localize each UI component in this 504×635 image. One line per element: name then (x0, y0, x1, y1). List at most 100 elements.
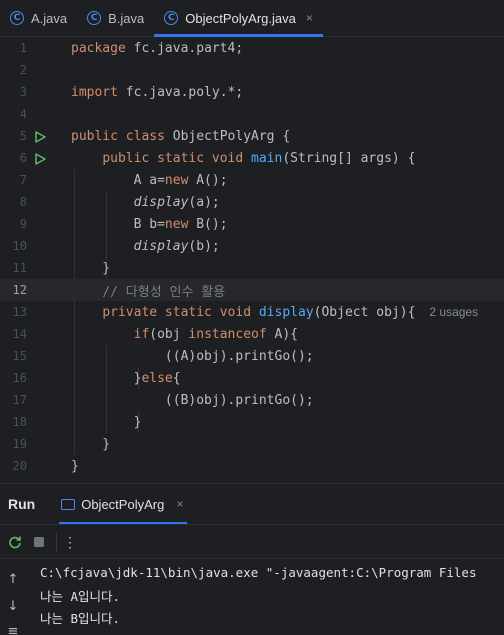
usages-hint[interactable]: 2 usages (429, 305, 478, 319)
code-text: display(b); (71, 239, 220, 254)
line-number: 11 (12, 261, 27, 275)
code-text: display(a); (71, 195, 220, 210)
code-line[interactable]: 15 ((A)obj).printGo(); (0, 345, 504, 367)
scroll-down-icon[interactable]: ↓ (6, 600, 20, 614)
run-window-icon (61, 498, 76, 510)
run-gutter-icon[interactable] (34, 130, 46, 143)
code-token: } (71, 436, 111, 452)
code-line[interactable]: 10 display(b); (0, 235, 504, 257)
line-number: 6 (19, 151, 27, 165)
tab-label: A.java (31, 10, 68, 26)
code-text: } (71, 414, 142, 430)
code-token: public class (71, 128, 165, 144)
code-line[interactable]: 20} (0, 455, 504, 477)
code-text: } (71, 437, 110, 452)
code-token: display (133, 238, 189, 254)
code-token: ObjectPolyArg { (164, 128, 291, 144)
tab-label: B.java (108, 10, 145, 26)
run-config-tab[interactable]: ObjectPolyArg × (59, 484, 188, 525)
code-token: (Object obj){ (313, 304, 416, 320)
code-text: ((A)obj).printGo(); (71, 349, 314, 364)
line-number: 1 (19, 41, 27, 55)
run-gutter-icon[interactable] (34, 152, 46, 165)
tab-objectpolyarg-java[interactable]: C ObjectPolyArg.java × (154, 0, 323, 37)
code-token: fc.java.part4; (125, 40, 244, 56)
line-number: 4 (19, 107, 27, 121)
more-options-icon[interactable]: ⋮ (63, 535, 77, 549)
code-token: else (141, 370, 173, 386)
code-token: } (71, 414, 142, 430)
stop-icon[interactable] (30, 533, 48, 551)
code-line[interactable]: 7 A a=new A(); (0, 169, 504, 191)
code-line[interactable]: 8 display(a); (0, 191, 504, 213)
code-text: A a=new A(); (71, 173, 228, 188)
run-tab-label: ObjectPolyArg (81, 496, 165, 512)
console-side-toolbar: ↑ ↓ ≡ (0, 559, 26, 635)
line-number: 10 (12, 239, 27, 253)
run-toolbar: ⋮ (0, 524, 504, 558)
code-line[interactable]: 19 } (0, 433, 504, 455)
code-text: package fc.java.part4; (71, 41, 243, 56)
scroll-up-icon[interactable]: ↑ (6, 573, 20, 587)
code-text: ((B)obj).printGo(); (71, 393, 314, 408)
code-line[interactable]: 1 package fc.java.part4; (0, 37, 504, 59)
line-number: 14 (12, 327, 27, 341)
code-line[interactable]: 17 ((B)obj).printGo(); (0, 389, 504, 411)
code-line[interactable]: 12 // 다형성 인수 활용 (0, 279, 504, 301)
code-token: new (164, 172, 189, 188)
code-line[interactable]: 13 private static void display(Object ob… (0, 301, 504, 323)
line-number: 17 (12, 393, 27, 407)
console-line: 나는 A입니다. (40, 589, 121, 604)
code-line[interactable]: 9 B b=new B(); (0, 213, 504, 235)
run-panel-header: Run ObjectPolyArg × (0, 483, 504, 525)
console-line: C:\fcjava\jdk-11\bin\java.exe "-javaagen… (40, 565, 477, 580)
code-token: } (71, 370, 142, 386)
code-line[interactable]: 18 } (0, 411, 504, 433)
code-text: import fc.java.poly.*; (71, 85, 243, 100)
java-class-icon: C (164, 11, 179, 25)
code-token: import (71, 84, 118, 100)
code-line[interactable]: 5 public class ObjectPolyArg { (0, 125, 504, 147)
code-editor[interactable]: 1 package fc.java.part4; 2 3 import fc.java.… (0, 37, 504, 483)
line-number: 5 (19, 129, 27, 143)
code-line[interactable]: 2 (0, 59, 504, 81)
code-line[interactable]: 14 if(obj instanceof A){ (0, 323, 504, 345)
code-token: B b= (71, 216, 165, 232)
code-token: instanceof (188, 326, 267, 342)
code-token: B(); (188, 216, 228, 232)
line-number: 3 (19, 85, 27, 99)
tab-a-java[interactable]: C A.java (0, 0, 77, 36)
code-line[interactable]: 4 (0, 103, 504, 125)
code-token: { (172, 370, 181, 386)
console-output[interactable]: ↑ ↓ ≡ C:\fcjava\jdk-11\bin\java.exe "-ja… (0, 558, 504, 635)
code-text: }else{ (71, 371, 181, 386)
code-token: } (71, 260, 111, 276)
code-text: public class ObjectPolyArg { (71, 129, 290, 144)
code-token: A){ (266, 326, 299, 342)
rerun-icon[interactable] (6, 533, 24, 551)
tab-b-java[interactable]: C B.java (77, 0, 154, 36)
code-text: } (71, 459, 79, 474)
code-token: (a); (188, 194, 220, 210)
java-class-icon: C (10, 11, 24, 25)
code-token: A a= (71, 172, 165, 188)
code-line[interactable]: 11 } (0, 257, 504, 279)
code-line[interactable]: 3 import fc.java.poly.*; (0, 81, 504, 103)
line-number: 13 (12, 305, 27, 319)
java-class-icon: C (87, 11, 102, 25)
close-run-tab-icon[interactable]: × (176, 497, 183, 511)
code-token: (obj (149, 326, 189, 342)
line-number: 19 (12, 437, 27, 451)
code-text: public static void main(String[] args) { (71, 151, 415, 166)
code-line[interactable]: 6 public static void main(String[] args)… (0, 147, 504, 169)
code-token: ((B)obj).printGo(); (71, 392, 314, 408)
code-line[interactable]: 16 }else{ (0, 367, 504, 389)
code-token: package (71, 40, 126, 56)
line-number: 15 (12, 349, 27, 363)
close-tab-icon[interactable]: × (306, 11, 313, 25)
soft-wrap-icon[interactable]: ≡ (6, 625, 20, 635)
code-token: if (133, 326, 150, 342)
